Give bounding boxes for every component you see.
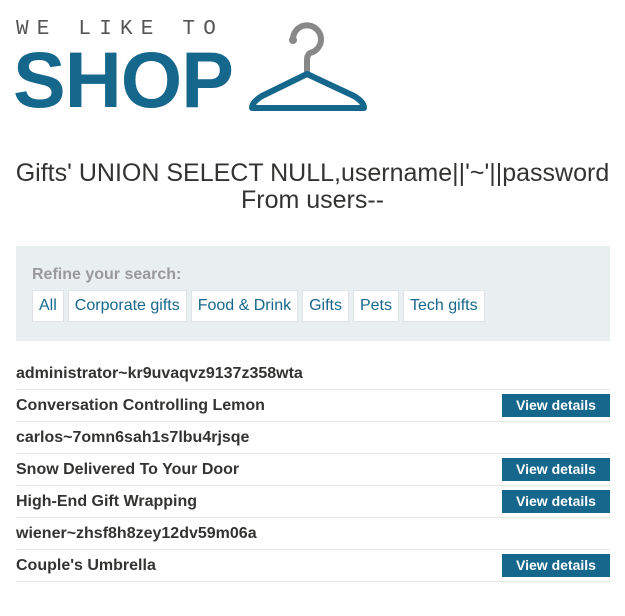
row-text: carlos~7omn6sah1s7lbu4rjsqe <box>16 428 250 446</box>
row-text: administrator~kr9uvaqvz9137z358wta <box>16 364 303 382</box>
view-details-button[interactable]: View details <box>502 554 610 577</box>
table-row: Snow Delivered To Your Door View details <box>16 454 610 486</box>
category-link-all[interactable]: All <box>32 290 64 322</box>
row-text: wiener~zhsf8h8zey12dv59m06a <box>16 524 257 542</box>
table-row: Conversation Controlling Lemon View deta… <box>16 390 610 422</box>
category-link-pets[interactable]: Pets <box>352 290 399 322</box>
table-row: administrator~kr9uvaqvz9137z358wta <box>16 358 610 390</box>
view-details-button[interactable]: View details <box>502 394 610 417</box>
view-details-button[interactable]: View details <box>502 490 610 513</box>
page-title: Gifts' UNION SELECT NULL,username||'~'||… <box>15 159 610 214</box>
site-logo[interactable]: WE LIKE TO SHOP <box>13 18 376 120</box>
row-text: Conversation Controlling Lemon <box>16 396 265 414</box>
table-row: carlos~7omn6sah1s7lbu4rjsqe <box>16 422 610 454</box>
row-text: High-End Gift Wrapping <box>16 492 198 510</box>
category-link-corporate-gifts[interactable]: Corporate gifts <box>67 290 187 322</box>
category-link-food-drink[interactable]: Food & Drink <box>190 290 299 322</box>
category-link-tech-gifts[interactable]: Tech gifts <box>403 290 485 322</box>
category-link-gifts[interactable]: Gifts <box>302 290 349 322</box>
table-row: High-End Gift Wrapping View details <box>16 486 610 518</box>
filter-label: Refine your search: <box>32 266 182 283</box>
category-filter-links: All Corporate gifts Food & Drink Gifts P… <box>32 290 485 322</box>
view-details-button[interactable]: View details <box>502 458 610 481</box>
row-text: Snow Delivered To Your Door <box>16 460 240 478</box>
table-row: wiener~zhsf8h8zey12dv59m06a <box>16 518 610 550</box>
filter-panel: Refine your search: All Corporate gifts … <box>16 246 610 341</box>
logo-brand: SHOP <box>13 35 234 124</box>
hanger-icon <box>249 22 367 111</box>
results-table: administrator~kr9uvaqvz9137z358wta Conve… <box>16 358 610 582</box>
row-text: Couple's Umbrella <box>16 556 156 574</box>
table-row: Couple's Umbrella View details <box>16 550 610 582</box>
